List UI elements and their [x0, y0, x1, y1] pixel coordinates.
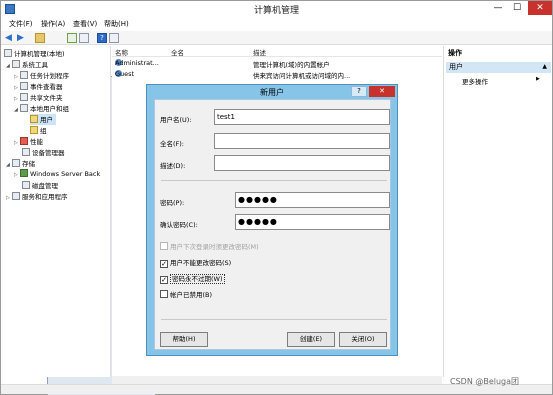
account-disabled-checkbox[interactable]: 帐户已禁用(B) [160, 289, 212, 300]
backup-icon [20, 169, 28, 177]
tree-item-services-apps[interactable]: ▷ 服务和应用程序 [6, 191, 68, 202]
description-label: 描述(D): [160, 162, 186, 170]
must-change-password-checkbox[interactable]: 用户下次登录时须更改密码(M) [160, 241, 259, 252]
disk-icon [22, 181, 30, 189]
dialog-close-button[interactable]: ✕ [369, 86, 395, 97]
title-bar: 计算机管理 — ☐ ✕ [1, 1, 552, 17]
more-actions-link[interactable]: 更多操作 ▶ [462, 76, 540, 86]
row-description: 管理计算机(域)的内置帐户 [253, 61, 330, 69]
checkmark-icon: ✓ [160, 276, 168, 284]
device-manager-icon [22, 148, 30, 156]
column-name[interactable]: 名称 [115, 47, 128, 57]
tree-item-disk-management[interactable]: 磁盘管理 [22, 180, 58, 191]
description-field[interactable] [214, 155, 390, 171]
menu-action[interactable]: 操作(A) [41, 19, 65, 29]
dialog-body: 用户名(U): test1 全名(F): 描述(D): 密码(P): ●●●●●… [154, 99, 391, 350]
tools-icon [12, 60, 20, 68]
actions-section-users[interactable]: 用户 ▲ [446, 62, 551, 73]
storage-icon [12, 159, 20, 167]
password-field[interactable]: ●●●●● [235, 192, 390, 208]
username-label: 用户名(U): [160, 116, 192, 124]
services-icon [12, 192, 20, 200]
tree-item-device-manager[interactable]: 设备管理器 [22, 147, 65, 158]
close-dialog-button[interactable]: 关闭(O) [339, 332, 387, 347]
collapse-arrow-icon[interactable]: ▲ [542, 63, 547, 70]
clock-icon [20, 71, 28, 79]
help-button[interactable]: 帮助(H) [160, 332, 208, 347]
tree-item-system-tools[interactable]: ◢ 系统工具 [6, 59, 48, 70]
tree-item-shared-folders[interactable]: ▷ 共享文件夹 [14, 92, 63, 103]
folder-icon [30, 115, 38, 123]
console-tree: 计算机管理(本地) ◢ 系统工具 ▷ 任务计划程序 ▷ 事件查看器 ▷ 共享文件夹 ◢ 本… [2, 46, 111, 377]
tree-item-storage[interactable]: ◢ 存储 [6, 158, 35, 169]
fullname-field[interactable] [214, 133, 390, 149]
row-name: Administrat... [115, 59, 159, 67]
users-group-icon [20, 104, 28, 112]
shared-folder-icon [20, 93, 28, 101]
tree-item-event-viewer[interactable]: ▷ 事件查看器 [14, 81, 63, 92]
checkmark-icon: ✓ [160, 260, 168, 268]
new-user-dialog: 新用户 ? ✕ 用户名(U): test1 全名(F): 描述(D): 密码(P… [146, 84, 398, 356]
tree-item-performance[interactable]: ▷ 性能 [14, 136, 43, 147]
password-never-expires-checkbox[interactable]: ✓ 密码永不过期(W) [160, 273, 225, 284]
maximize-button[interactable]: ☐ [508, 1, 526, 15]
help-icon[interactable]: ? [97, 33, 107, 43]
performance-icon [20, 137, 28, 145]
fullname-label: 全名(F): [160, 140, 185, 148]
list-header: 名称 全名 描述 [112, 46, 442, 57]
window-title: 计算机管理 [253, 6, 299, 16]
checkbox-box [160, 242, 168, 250]
computer-icon [4, 49, 12, 57]
watermark-text: CSDN @Beluga团 [450, 377, 520, 386]
tree-item-root[interactable]: 计算机管理(本地) [4, 48, 65, 59]
export-list-icon[interactable] [79, 33, 89, 43]
menu-file[interactable]: 文件(F) [9, 19, 33, 29]
forward-arrow-icon[interactable]: ▶ [17, 33, 27, 43]
table-row[interactable]: Guest 供来宾访问计算机或访问域的内... [112, 70, 442, 80]
confirm-password-label: 确认密码(C): [160, 221, 198, 229]
tree-item-task-scheduler[interactable]: ▷ 任务计划程序 [14, 70, 69, 81]
checkbox-box [160, 290, 168, 298]
submenu-arrow-icon: ▶ [536, 76, 540, 82]
tree-item-local-users-groups[interactable]: ◢ 本地用户和组 [14, 103, 69, 114]
close-button[interactable]: ✕ [528, 1, 552, 15]
tree-item-windows-server-backup[interactable]: ▷ Windows Server Back [14, 169, 100, 180]
cannot-change-password-checkbox[interactable]: ✓ 用户不能更改密码(S) [160, 257, 231, 268]
actions-header: 操作 [448, 49, 462, 57]
column-description[interactable]: 描述 [253, 47, 266, 57]
refresh-icon[interactable] [67, 33, 77, 43]
row-description: 供来宾访问计算机或访问域的内... [253, 72, 351, 80]
tree-item-groups[interactable]: 组 [30, 125, 47, 136]
toolbar: ◀ ▶ ? [1, 31, 552, 395]
separator [161, 180, 387, 181]
horizontal-scrollbar[interactable] [112, 376, 442, 384]
dialog-help-button[interactable]: ? [351, 86, 367, 97]
tree-item-users[interactable]: 用户 [30, 114, 56, 125]
menu-bar: 文件(F) 操作(A) 查看(V) 帮助(H) [1, 18, 552, 30]
separator [161, 319, 387, 320]
up-folder-icon[interactable] [35, 33, 45, 43]
column-fullname[interactable]: 全名 [171, 47, 184, 57]
view-icon[interactable] [109, 33, 119, 43]
menu-view[interactable]: 查看(V) [73, 19, 97, 29]
minimize-button[interactable]: — [489, 1, 507, 15]
actions-pane: 操作 用户 ▲ 更多操作 ▶ [443, 46, 552, 377]
row-name: Guest [115, 70, 135, 78]
back-arrow-icon[interactable]: ◀ [5, 33, 15, 43]
event-log-icon [20, 82, 28, 90]
username-field[interactable]: test1 [214, 109, 390, 125]
menu-help[interactable]: 帮助(H) [104, 19, 129, 29]
confirm-password-field[interactable]: ●●●●● [235, 214, 390, 230]
create-button[interactable]: 创建(E) [287, 332, 335, 347]
folder-icon [30, 126, 38, 134]
password-label: 密码(P): [160, 199, 185, 207]
table-row[interactable]: Administrat... 管理计算机(域)的内置帐户 [112, 59, 442, 69]
